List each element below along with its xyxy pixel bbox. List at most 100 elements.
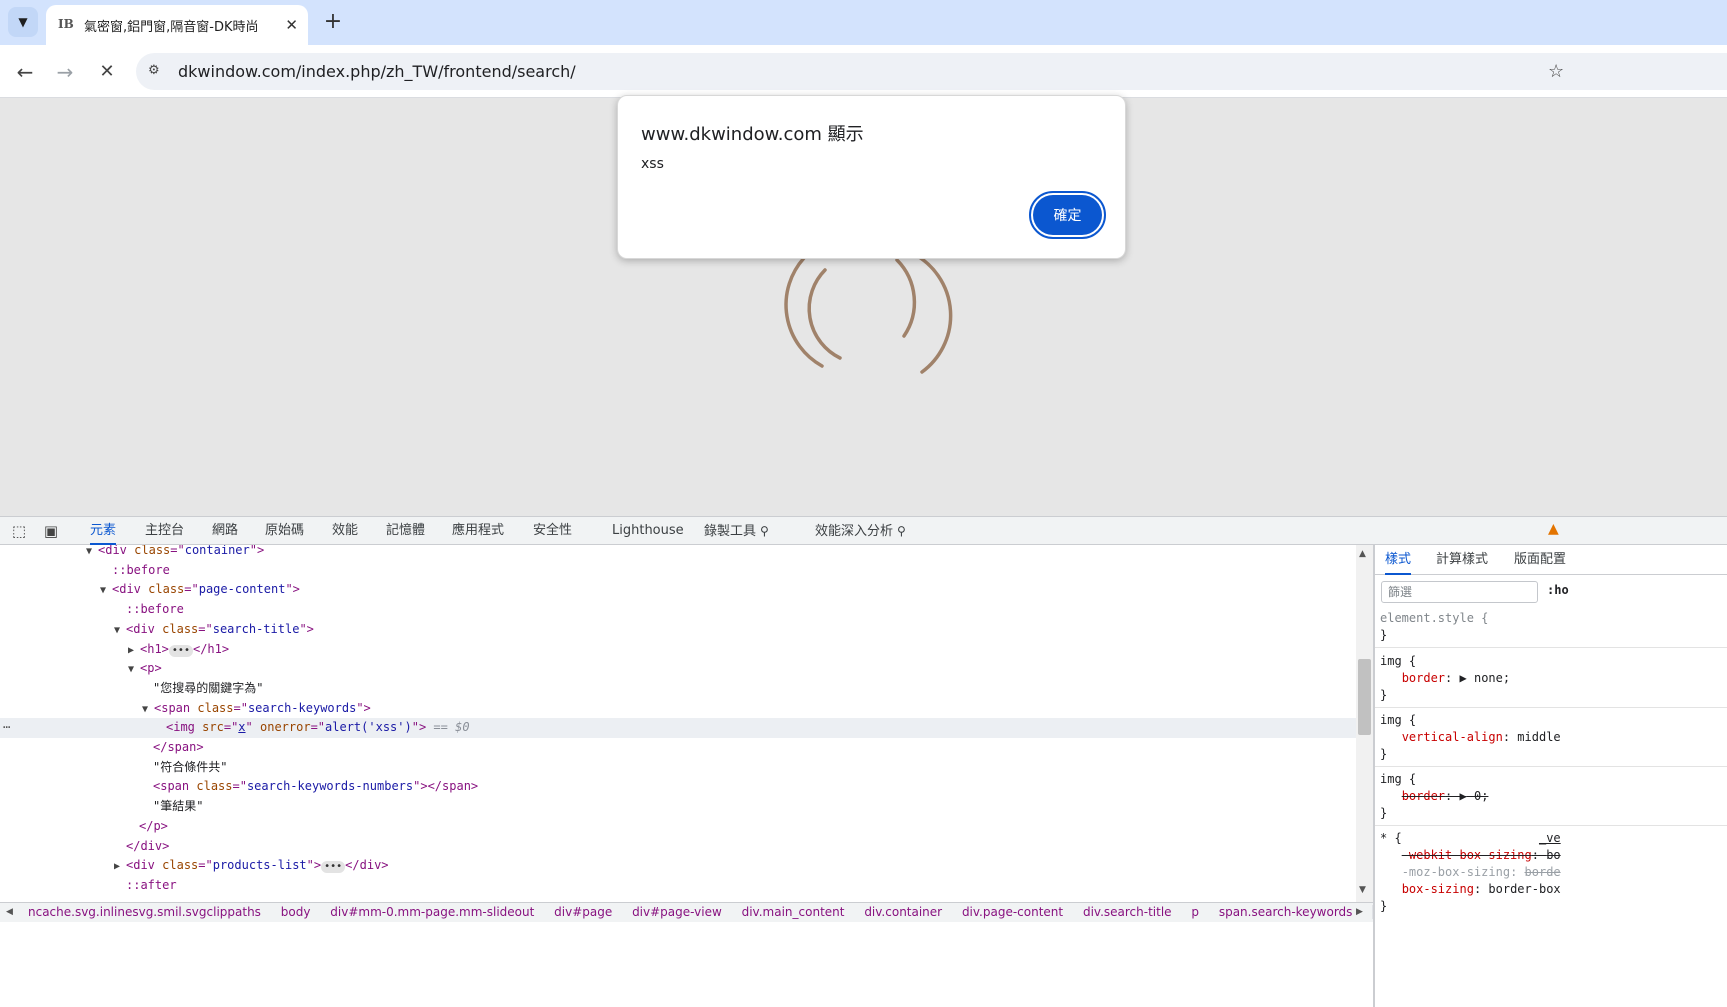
breadcrumb-item[interactable]: span.search-keywords (1219, 905, 1353, 919)
breadcrumb-item[interactable]: div.main_content (742, 905, 845, 919)
expand-triangle-icon[interactable]: ▶ (1460, 789, 1467, 803)
elements-scrollbar[interactable]: ▲ ▼ (1356, 545, 1373, 902)
dom-node[interactable]: ▼ <div class="search-title"> (0, 620, 1356, 640)
dom-node-selected[interactable]: ⋯ <img src="x" onerror="alert('xss')"> ==… (0, 718, 1356, 738)
breadcrumb-item[interactable]: div#mm-0.mm-page.mm-slideout (330, 905, 534, 919)
tab-performance[interactable]: 效能 (332, 517, 358, 545)
style-rule[interactable]: img { border: ▶ none; } (1375, 651, 1727, 708)
dialog-ok-label: 確定 (1033, 195, 1102, 235)
expand-triangle-icon[interactable]: ▶ (1460, 671, 1467, 685)
expanded-triangle-icon: ▼ (142, 703, 149, 715)
site-settings-icon[interactable]: ⚙ (148, 63, 166, 81)
dom-node[interactable]: ▼ <span class="search-keywords"> (0, 699, 1356, 719)
tab-title: 氣密窗,鋁門窗,隔音窗-DK時尚 (84, 19, 259, 35)
chevron-down-icon: ▼ (18, 15, 28, 29)
style-rule[interactable]: img { border: ▶ 0; } (1375, 769, 1727, 826)
dom-node[interactable]: <span class="search-keywords-numbers"></… (0, 777, 1356, 797)
breadcrumb: ◀ ncache.svg.inlinesvg.smil.svgclippaths… (0, 902, 1373, 922)
expanded-triangle-icon: ▼ (128, 664, 135, 676)
forward-arrow-icon[interactable]: → (51, 58, 79, 86)
loading-spinner-icon (784, 252, 953, 374)
browser-tab-active[interactable]: IB 氣密窗,鋁門窗,隔音窗-DK時尚 ✕ (46, 5, 308, 45)
tab-performance-insights[interactable]: 效能深入分析 ⚲ (815, 517, 906, 545)
more-options-icon[interactable]: ⋯ (3, 718, 10, 738)
warning-icon[interactable]: ▲ (1548, 521, 1559, 537)
breadcrumb-item[interactable]: body (281, 905, 311, 919)
dom-close-tag[interactable]: </p> (0, 817, 1356, 837)
tab-sources[interactable]: 原始碼 (265, 517, 304, 545)
dom-node[interactable]: ▼ <div class="container"> (0, 545, 1356, 561)
close-tab-icon[interactable]: ✕ (285, 16, 298, 34)
tab-recorder[interactable]: 錄製工具 ⚲ (704, 517, 769, 545)
new-tab-plus-icon[interactable]: + (320, 9, 346, 35)
style-rule[interactable]: * { _ve -webkit-box-sizing: bo -moz-box-… (1375, 828, 1727, 918)
device-toolbar-icon[interactable]: ▣ (41, 521, 61, 541)
dom-text-node[interactable]: "您搜尋的關鍵字為" (0, 679, 1356, 699)
tab-console[interactable]: 主控台 (145, 517, 184, 545)
expanded-triangle-icon: ▼ (114, 624, 121, 636)
dom-text-node[interactable]: "筆結果" (0, 797, 1356, 817)
devtools-panel: ⬚ ▣ 元素 主控台 網路 原始碼 效能 記憶體 應用程式 安全性 Lighth… (0, 516, 1727, 1007)
tab-network[interactable]: 網路 (212, 517, 238, 545)
breadcrumb-item[interactable]: div#page-view (632, 905, 722, 919)
address-bar[interactable]: ⚙ dkwindow.com/index.php/zh_TW/frontend/… (136, 53, 1727, 90)
tab-strip: ▼ IB 氣密窗,鋁門窗,隔音窗-DK時尚 ✕ + (0, 0, 1727, 45)
devtools-tab-bar: ⬚ ▣ 元素 主控台 網路 原始碼 效能 記憶體 應用程式 安全性 Lighth… (0, 517, 1727, 545)
flask-icon: ⚲ (897, 524, 906, 538)
tab-security[interactable]: 安全性 (533, 517, 572, 545)
dialog-ok-button[interactable]: 確定 (1029, 191, 1106, 239)
tab-memory[interactable]: 記憶體 (386, 517, 425, 545)
dom-close-tag[interactable]: </span> (0, 738, 1356, 758)
scrollbar-thumb[interactable] (1358, 659, 1371, 735)
tab-recorder-label: 錄製工具 (704, 524, 757, 539)
style-rule[interactable]: element.style { } (1375, 608, 1727, 648)
styles-filter-input[interactable]: 篩選 (1381, 581, 1538, 603)
back-arrow-icon[interactable]: ← (11, 58, 39, 86)
style-rule[interactable]: img { vertical-align: middle } (1375, 710, 1727, 767)
dialog-message: xss (641, 156, 664, 172)
tab-elements[interactable]: 元素 (90, 517, 117, 545)
collapsed-ellipsis-icon[interactable]: ••• (321, 861, 346, 874)
dom-pseudo[interactable]: ::after (0, 876, 1356, 896)
flask-icon: ⚲ (760, 524, 769, 538)
dom-close-tag[interactable]: </div> (0, 837, 1356, 857)
breadcrumb-left-arrow-icon[interactable]: ◀ (6, 903, 13, 922)
dialog-title: www.dkwindow.com 顯示 (641, 124, 864, 145)
alert-dialog: www.dkwindow.com 顯示 xss 確定 (617, 95, 1126, 259)
dom-pseudo[interactable]: ::before (0, 600, 1356, 620)
url-text[interactable]: dkwindow.com/index.php/zh_TW/frontend/se… (178, 62, 576, 81)
styles-tab-bar: 樣式 計算樣式 版面配置 (1375, 545, 1727, 575)
expanded-triangle-icon: ▼ (100, 585, 107, 597)
stop-loading-icon[interactable]: ✕ (93, 58, 121, 86)
tab-styles[interactable]: 樣式 (1385, 545, 1412, 575)
breadcrumb-item[interactable]: div.search-title (1083, 905, 1172, 919)
expanded-triangle-icon: ▼ (86, 546, 93, 557)
dom-node[interactable]: ▶ <div class="products-list"> ••• </div> (0, 856, 1356, 876)
collapsed-ellipsis-icon[interactable]: ••• (168, 644, 193, 657)
collapsed-triangle-icon: ▶ (128, 644, 135, 656)
site-favicon-icon: IB (58, 17, 74, 31)
tab-layout[interactable]: 版面配置 (1514, 545, 1566, 575)
breadcrumb-right-arrow-icon[interactable]: ▶ (1356, 903, 1363, 922)
tab-computed[interactable]: 計算樣式 (1436, 545, 1488, 575)
hover-state-toggle[interactable]: :ho (1547, 583, 1569, 597)
dom-node[interactable]: ▼ <p> (0, 659, 1356, 679)
scroll-up-arrow-icon[interactable]: ▲ (1359, 549, 1366, 559)
bookmark-star-icon[interactable]: ☆ (1548, 61, 1564, 82)
browser-toolbar: ← → ✕ ⚙ dkwindow.com/index.php/zh_TW/fro… (0, 45, 1727, 98)
scroll-down-arrow-icon[interactable]: ▼ (1359, 885, 1366, 895)
inspect-element-icon[interactable]: ⬚ (9, 521, 29, 541)
dom-text-node[interactable]: "符合條件共" (0, 758, 1356, 778)
dom-node[interactable]: ▼ <div class="page-content"> (0, 580, 1356, 600)
tab-lighthouse[interactable]: Lighthouse (612, 517, 684, 545)
dom-pseudo[interactable]: ::before (0, 561, 1356, 581)
breadcrumb-item[interactable]: div.page-content (962, 905, 1063, 919)
tab-application[interactable]: 應用程式 (452, 517, 504, 545)
dom-node[interactable]: ▶ <h1> ••• </h1> (0, 640, 1356, 660)
breadcrumb-item[interactable]: ncache.svg.inlinesvg.smil.svgclippaths (28, 905, 261, 919)
tab-search-button[interactable]: ▼ (8, 7, 38, 37)
breadcrumb-item[interactable]: p (1191, 905, 1199, 919)
breadcrumb-item[interactable]: div.container (864, 905, 942, 919)
breadcrumb-item[interactable]: div#page (554, 905, 612, 919)
elements-dom-tree: ▼ <div class="container"> ::before ▼ <div … (0, 545, 1356, 902)
